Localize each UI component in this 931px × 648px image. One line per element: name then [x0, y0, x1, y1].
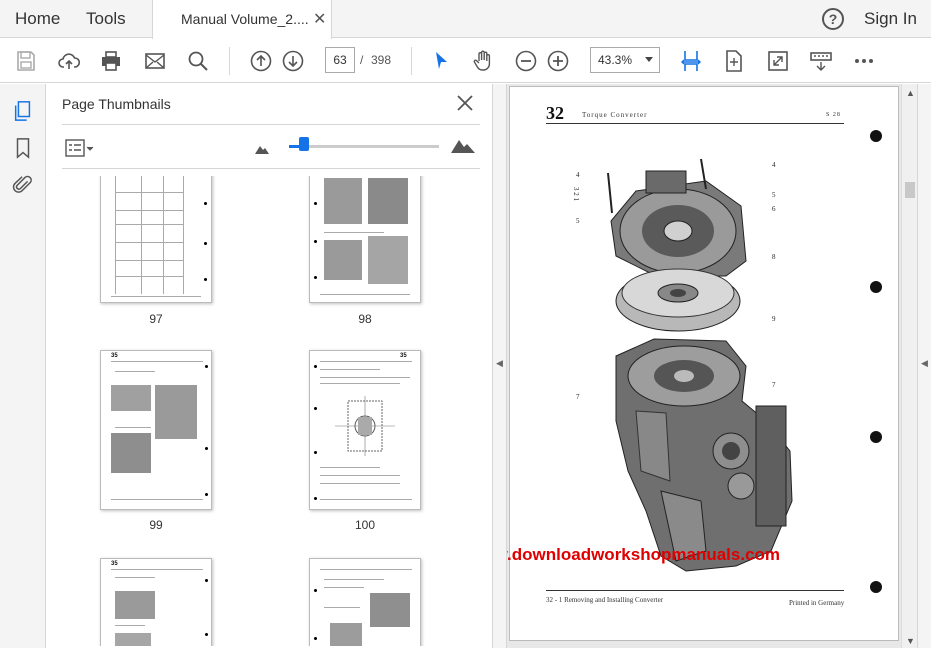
thumbnail-header-number: 35: [111, 561, 118, 567]
thumbnail-larger-icon[interactable]: [451, 137, 475, 158]
close-panel-icon[interactable]: [454, 92, 476, 114]
scroll-down-arrow[interactable]: ▼: [906, 636, 915, 646]
cloud-upload-icon[interactable]: [55, 47, 83, 75]
right-pane-toggle[interactable]: ◀: [917, 84, 931, 648]
callout-label: 5: [576, 217, 580, 225]
hand-tool-icon[interactable]: [469, 47, 497, 75]
search-icon[interactable]: [184, 47, 212, 75]
page-footer-left: 32 - 1 Removing and Installing Converter: [546, 596, 664, 604]
tab-bar: Home Tools Manual Volume_2.... ✕ ? Sign …: [0, 0, 931, 39]
page-header-title: Torque Converter: [582, 111, 648, 119]
help-icon[interactable]: ?: [822, 8, 844, 30]
page-number-input[interactable]: 63: [325, 47, 355, 73]
scroll-up-arrow[interactable]: ▲: [906, 88, 915, 98]
fit-width-icon[interactable]: [677, 47, 705, 75]
footer-rule: [546, 590, 844, 591]
callout-label: 5: [772, 191, 776, 199]
panel-divider: [62, 168, 480, 169]
callout-label: 6: [772, 205, 776, 213]
thumbnails-icon[interactable]: [12, 100, 34, 122]
page-thumbnails-panel: Page Thumbnails 97 98 35 99 35 100 35: [47, 84, 530, 648]
left-navigation-rail: [0, 84, 46, 648]
expand-right-pane-icon[interactable]: ◀: [921, 358, 928, 369]
collapse-left-icon[interactable]: ◀: [496, 358, 503, 369]
page-footer-right: Printed in Germany: [789, 599, 845, 607]
tab-document[interactable]: Manual Volume_2.... ✕: [152, 0, 332, 39]
thumbnail-smaller-icon[interactable]: [255, 141, 269, 159]
thumbnail-page-100[interactable]: 35: [309, 350, 421, 510]
more-icon[interactable]: [850, 47, 878, 75]
thumbnail-label: 99: [149, 518, 163, 532]
torque-converter-illustration: [607, 158, 793, 572]
document-tab-label: Manual Volume_2....: [181, 11, 309, 27]
read-mode-icon[interactable]: [807, 47, 835, 75]
thumbnail-label: 98: [358, 312, 372, 326]
callout-label: 4: [576, 171, 580, 179]
zoom-out-icon[interactable]: [512, 47, 540, 75]
thumbnail-page-97[interactable]: [100, 176, 212, 303]
callout-label: 7: [772, 381, 776, 389]
slider-handle[interactable]: [299, 137, 309, 151]
print-icon[interactable]: [97, 47, 125, 75]
toolbar-separator: [229, 47, 230, 75]
page-chapter-number: 32: [546, 103, 564, 123]
main-toolbar: 63 / 398 43.3%: [0, 39, 931, 83]
page-down-icon[interactable]: [279, 47, 307, 75]
binder-hole: [870, 281, 882, 293]
select-cursor-icon[interactable]: [427, 47, 455, 75]
callout-label: 4: [772, 161, 776, 169]
tab-tools[interactable]: Tools: [86, 9, 126, 29]
callout-label: 3 2 1: [572, 187, 580, 201]
thumbnail-size-slider[interactable]: [289, 145, 439, 148]
thumbnail-page-99[interactable]: 35: [100, 350, 212, 510]
document-scrollbar[interactable]: ▲ ▼: [901, 84, 917, 648]
panel-title: Page Thumbnails: [62, 96, 171, 112]
zoom-in-icon[interactable]: [544, 47, 572, 75]
tab-home[interactable]: Home: [15, 9, 60, 29]
panel-splitter[interactable]: ◀: [492, 84, 507, 648]
close-tab-icon[interactable]: ✕: [313, 9, 326, 29]
thumbnail-diagram: [335, 396, 395, 456]
page-separator: /: [360, 53, 364, 67]
thumbnail-label: 100: [354, 518, 376, 532]
page-up-icon[interactable]: [247, 47, 275, 75]
bookmark-icon[interactable]: [12, 137, 34, 159]
zoom-value: 43.3%: [598, 53, 633, 67]
callout-label: 7: [576, 393, 580, 401]
page-total: 398: [371, 53, 392, 67]
thumbnail-header-number: 35: [111, 353, 118, 359]
zoom-select[interactable]: 43.3%: [590, 47, 660, 73]
scrollbar-thumb[interactable]: [905, 182, 915, 198]
mail-icon[interactable]: [141, 47, 169, 75]
thumbnail-page-102[interactable]: [309, 558, 421, 646]
thumbnail-header-number: 35: [400, 353, 407, 359]
save-icon[interactable]: [12, 47, 40, 75]
sign-in-button[interactable]: Sign In: [864, 9, 917, 29]
watermark-link: www.downloadworkshopmanuals.com: [507, 545, 781, 564]
thumbnail-page-101[interactable]: 35: [100, 558, 212, 646]
thumbnail-list: 97 98 35 99 35 100 35: [62, 176, 472, 646]
callout-label: 8: [772, 253, 776, 261]
full-screen-icon[interactable]: [764, 47, 792, 75]
binder-hole: [870, 431, 882, 443]
chevron-down-icon: [645, 57, 653, 62]
binder-hole: [870, 581, 882, 593]
page-header-code: S 28: [826, 112, 841, 118]
panel-divider: [62, 124, 480, 125]
attachment-icon[interactable]: [12, 174, 34, 196]
thumbnail-page-98[interactable]: [309, 176, 421, 303]
callout-label: 9: [772, 315, 776, 323]
document-view: 32 Torque Converter S 28 4 3 2 1 5 4 5 6…: [507, 84, 901, 648]
toolbar-separator: [411, 47, 412, 75]
thumbnail-options-icon[interactable]: [65, 139, 95, 157]
binder-hole: [870, 130, 882, 142]
fit-page-icon[interactable]: [720, 47, 748, 75]
header-rule: [546, 123, 844, 124]
thumbnail-label: 97: [149, 312, 163, 326]
document-page: 32 Torque Converter S 28 4 3 2 1 5 4 5 6…: [507, 86, 899, 641]
